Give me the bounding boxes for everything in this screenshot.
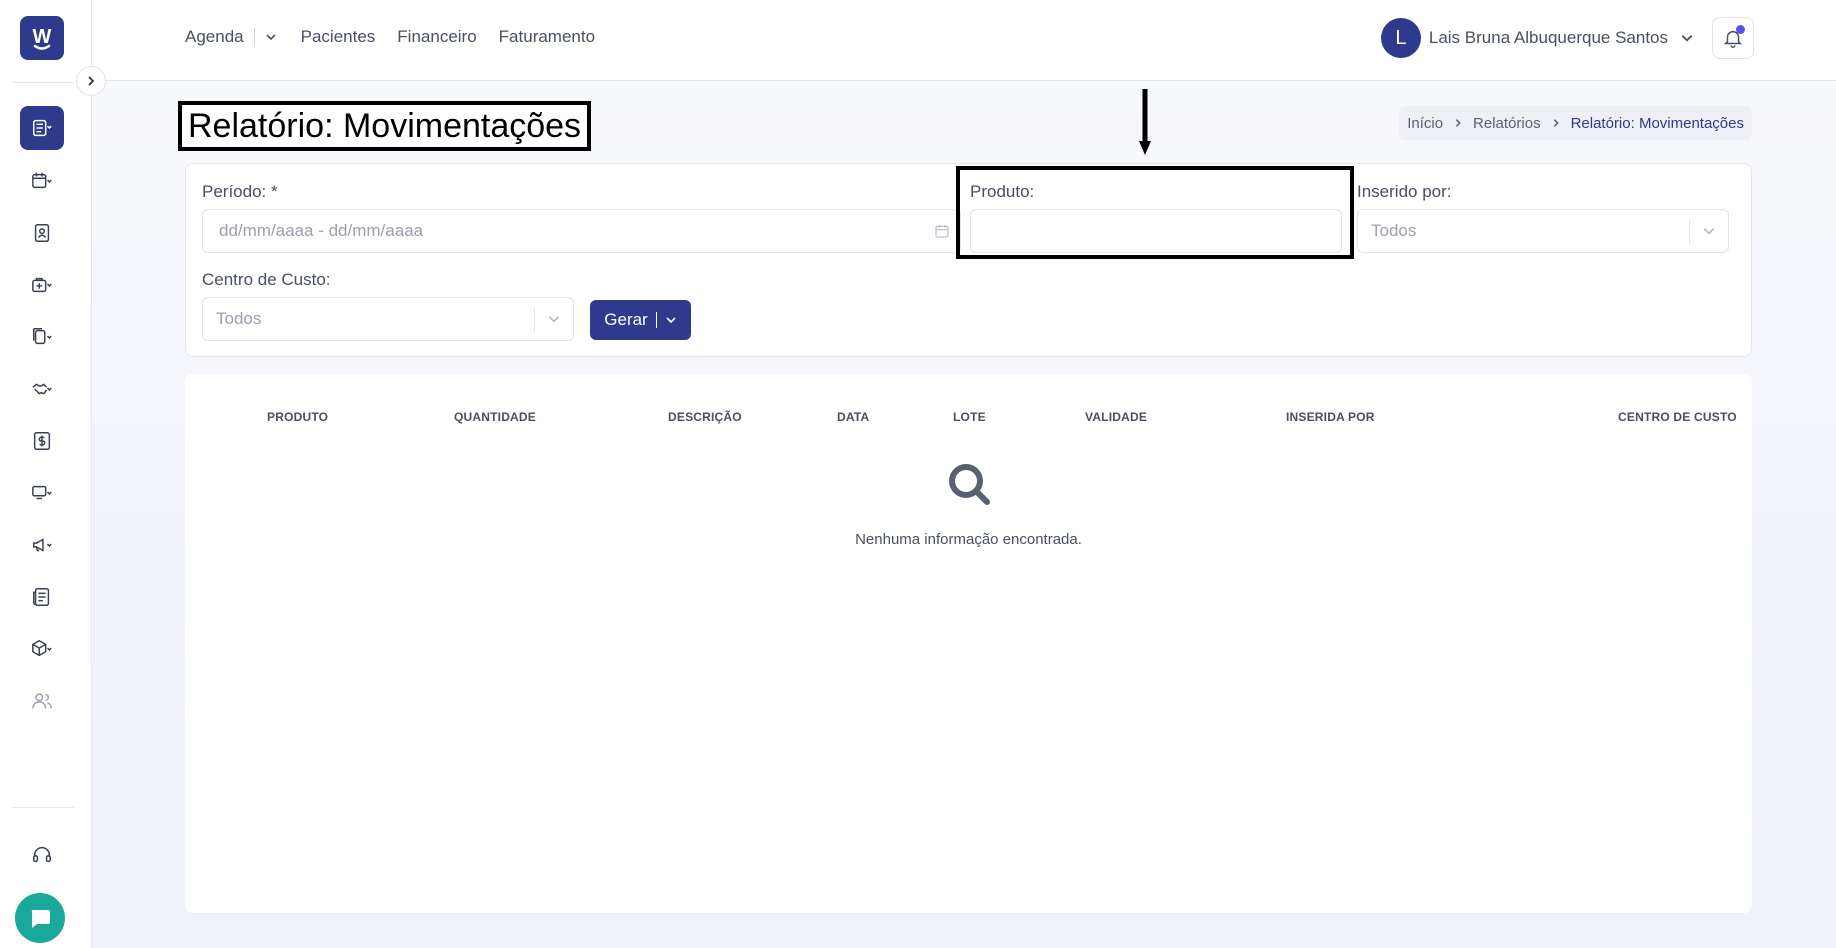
support-button[interactable]	[20, 833, 64, 877]
chevron-down-icon	[1703, 228, 1715, 235]
empty-state-text: Nenhuma informação encontrada.	[855, 531, 1082, 548]
notification-dot	[1736, 25, 1745, 34]
calendar-icon	[32, 172, 52, 189]
page-title: Relatório: Movimentações	[178, 101, 592, 151]
chevron-right-icon	[1553, 119, 1559, 127]
nav-pacientes[interactable]: Pacientes	[301, 27, 376, 47]
sidebar-item-calendar[interactable]	[20, 159, 64, 203]
handshake-icon	[32, 383, 52, 395]
nav-agenda[interactable]: Agenda	[185, 27, 244, 47]
centro-custo-label: Centro de Custo:	[202, 270, 331, 289]
breadcrumb-current: Relatório: Movimentações	[1570, 114, 1744, 132]
chevron-down-icon[interactable]	[665, 314, 677, 326]
column-header-quantidade: QUANTIDADE	[454, 410, 536, 424]
centro-custo-value: Todos	[216, 309, 262, 328]
select-separator	[1689, 220, 1690, 244]
column-header-inserida-por: INSERIDA POR	[1286, 410, 1375, 424]
nav-separator	[253, 28, 255, 46]
breadcrumb-home[interactable]: Início	[1407, 115, 1443, 132]
package-icon	[32, 639, 52, 657]
sidebar-divider	[12, 82, 74, 83]
sidebar-item-medical[interactable]	[20, 263, 64, 307]
chevron-right-icon	[1455, 119, 1461, 127]
avatar: L	[1380, 18, 1421, 58]
inserido-por-select[interactable]: Todos	[1357, 209, 1729, 253]
app-logo[interactable]: W	[20, 16, 64, 60]
search-icon	[949, 464, 990, 505]
sidebar: W	[0, 0, 92, 948]
column-header-descricao: DESCRIÇÃO	[668, 410, 742, 424]
chat-button[interactable]	[15, 893, 65, 943]
periodo-date-range-input[interactable]: dd/mm/aaaa - dd/mm/aaaa	[202, 209, 961, 253]
select-separator	[534, 308, 535, 332]
centro-custo-select[interactable]: Todos	[202, 297, 574, 341]
nav-financeiro[interactable]: Financeiro	[397, 27, 476, 47]
gerar-button[interactable]: Gerar	[590, 300, 691, 340]
patient-id-icon	[34, 224, 50, 242]
sidebar-item-monitor[interactable]	[20, 471, 64, 515]
sidebar-item-users[interactable]	[20, 679, 64, 723]
column-header-lote: LOTE	[953, 410, 986, 424]
calendar-icon	[935, 225, 949, 238]
periodo-label: Período: *	[202, 182, 278, 201]
sidebar-item-news[interactable]	[20, 575, 64, 619]
column-header-data: DATA	[837, 410, 870, 424]
column-header-validade: VALIDADE	[1085, 410, 1148, 424]
sidebar-item-finance[interactable]	[20, 419, 64, 463]
sidebar-item-marketing[interactable]	[20, 523, 64, 567]
report-book-icon	[33, 119, 52, 137]
monitor-icon	[32, 485, 52, 500]
sidebar-item-patients[interactable]	[20, 211, 64, 255]
gerar-label: Gerar	[604, 310, 648, 329]
notifications-button[interactable]	[1712, 17, 1754, 59]
chat-icon	[31, 910, 50, 928]
inserido-por-label: Inserido por:	[1357, 182, 1452, 201]
chevron-down-icon	[266, 34, 276, 41]
column-header-produto: PRODUTO	[267, 410, 329, 424]
newspaper-icon	[33, 588, 50, 606]
sidebar-item-reports[interactable]	[20, 106, 64, 150]
users-icon	[32, 693, 52, 709]
sidebar-item-documents[interactable]	[20, 315, 64, 359]
sidebar-divider	[12, 807, 74, 808]
svg-text:W: W	[33, 26, 52, 48]
medical-case-icon	[32, 277, 52, 293]
results-table-card: PRODUTO QUANTIDADE DESCRIÇÃO DATA LOTE V…	[185, 374, 1752, 913]
annotation-arrow-icon	[1139, 89, 1151, 155]
inserido-por-value: Todos	[1371, 221, 1417, 240]
produto-input[interactable]	[970, 209, 1342, 253]
breadcrumb-reports[interactable]: Relatórios	[1473, 115, 1541, 132]
nav-faturamento[interactable]: Faturamento	[499, 27, 595, 47]
logo-icon: W	[33, 26, 52, 50]
periodo-placeholder: dd/mm/aaaa - dd/mm/aaaa	[219, 221, 424, 240]
chevron-down-icon	[548, 316, 560, 323]
filter-card: Período: * dd/mm/aaaa - dd/mm/aaaa Produ…	[185, 163, 1752, 357]
documents-icon	[33, 328, 52, 345]
megaphone-icon	[33, 538, 52, 552]
sidebar-item-inventory[interactable]	[20, 627, 64, 671]
sidebar-item-agreements[interactable]	[20, 367, 64, 411]
dollar-icon	[33, 432, 51, 450]
main-nav: Agenda Pacientes Financeiro Faturamento	[185, 27, 617, 47]
button-separator	[655, 312, 657, 328]
top-navbar: Agenda Pacientes Financeiro Faturamento …	[92, 0, 1836, 81]
breadcrumb: Início Relatórios Relatório: Movimentaçõ…	[1399, 106, 1752, 140]
headset-icon	[33, 847, 51, 863]
produto-label: Produto:	[970, 182, 1035, 201]
column-header-centro-de-custo: CENTRO DE CUSTO	[1618, 410, 1737, 424]
user-name: Lais Bruna Albuquerque Santos	[1428, 28, 1668, 47]
chevron-right-icon	[88, 76, 95, 86]
main-content: Relatório: Movimentações Início Relatóri…	[92, 81, 1836, 948]
chevron-down-icon	[1681, 35, 1693, 42]
nav-agenda-dropdown[interactable]	[265, 31, 277, 43]
sidebar-toggle-button[interactable]	[76, 66, 106, 96]
user-menu[interactable]: L Lais Bruna Albuquerque Santos	[1380, 18, 1694, 58]
